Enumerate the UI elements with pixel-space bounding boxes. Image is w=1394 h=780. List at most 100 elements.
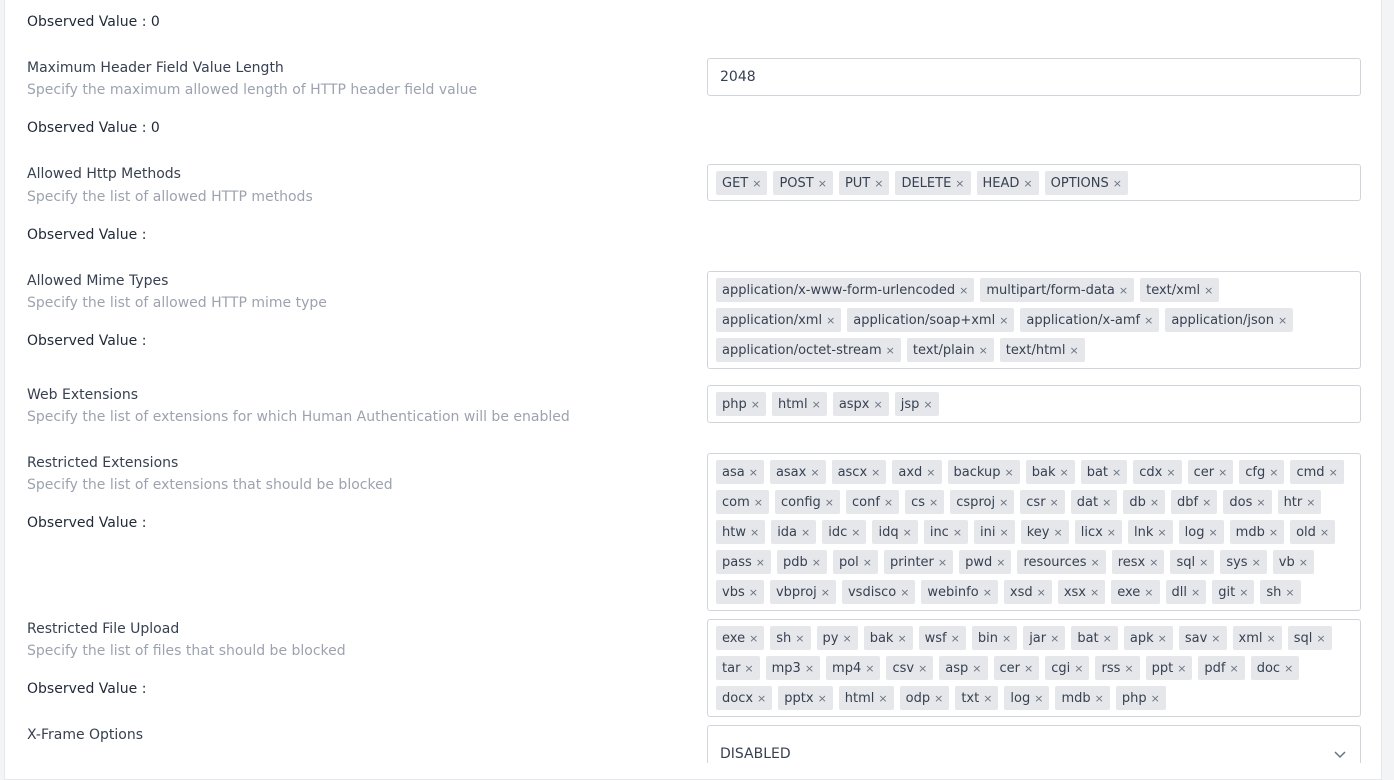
close-icon[interactable]: ×	[1074, 662, 1083, 675]
close-icon[interactable]: ×	[1024, 662, 1033, 675]
close-icon[interactable]: ×	[812, 398, 821, 411]
close-icon[interactable]: ×	[1329, 466, 1338, 479]
close-icon[interactable]: ×	[1256, 496, 1265, 509]
close-icon[interactable]: ×	[983, 692, 992, 705]
close-icon[interactable]: ×	[999, 314, 1008, 327]
close-icon[interactable]: ×	[1023, 177, 1032, 190]
close-icon[interactable]: ×	[1252, 556, 1261, 569]
web-extensions-tag-input[interactable]: php × html × aspx × jsp ×	[707, 385, 1361, 423]
close-icon[interactable]: ×	[1166, 466, 1175, 479]
close-icon[interactable]: ×	[826, 314, 835, 327]
close-icon[interactable]: ×	[1050, 632, 1059, 645]
close-icon[interactable]: ×	[1150, 496, 1159, 509]
allowed-methods-tag-input[interactable]: GET × POST × PUT × DELETE × HEAD × OPTIONS ×	[707, 164, 1361, 201]
close-icon[interactable]: ×	[1005, 466, 1014, 479]
close-icon[interactable]: ×	[1202, 496, 1211, 509]
close-icon[interactable]: ×	[744, 662, 753, 675]
close-icon[interactable]: ×	[1000, 526, 1009, 539]
close-icon[interactable]: ×	[972, 662, 981, 675]
close-icon[interactable]: ×	[1119, 284, 1128, 297]
close-icon[interactable]: ×	[1269, 466, 1278, 479]
close-icon[interactable]: ×	[1299, 556, 1308, 569]
close-icon[interactable]: ×	[1002, 632, 1011, 645]
close-icon[interactable]: ×	[900, 586, 909, 599]
close-icon[interactable]: ×	[874, 398, 883, 411]
close-icon[interactable]: ×	[1102, 496, 1111, 509]
close-icon[interactable]: ×	[818, 692, 827, 705]
close-icon[interactable]: ×	[810, 466, 819, 479]
close-icon[interactable]: ×	[756, 556, 765, 569]
close-icon[interactable]: ×	[1059, 466, 1068, 479]
close-icon[interactable]: ×	[1034, 692, 1043, 705]
close-icon[interactable]: ×	[955, 177, 964, 190]
close-icon[interactable]: ×	[1208, 526, 1217, 539]
close-icon[interactable]: ×	[1112, 466, 1121, 479]
close-icon[interactable]: ×	[1095, 692, 1104, 705]
close-icon[interactable]: ×	[1157, 526, 1166, 539]
close-icon[interactable]: ×	[1199, 556, 1208, 569]
close-icon[interactable]: ×	[996, 556, 1005, 569]
close-icon[interactable]: ×	[1149, 556, 1158, 569]
close-icon[interactable]: ×	[903, 526, 912, 539]
close-icon[interactable]: ×	[1284, 662, 1293, 675]
close-icon[interactable]: ×	[1091, 556, 1100, 569]
close-icon[interactable]: ×	[878, 692, 887, 705]
close-icon[interactable]: ×	[1230, 662, 1239, 675]
close-icon[interactable]: ×	[1191, 586, 1200, 599]
close-icon[interactable]: ×	[1285, 586, 1294, 599]
close-icon[interactable]: ×	[1177, 662, 1186, 675]
close-icon[interactable]: ×	[1090, 586, 1099, 599]
close-icon[interactable]: ×	[1103, 632, 1112, 645]
close-icon[interactable]: ×	[1218, 466, 1227, 479]
close-icon[interactable]: ×	[1266, 632, 1275, 645]
close-icon[interactable]: ×	[851, 526, 860, 539]
close-icon[interactable]: ×	[1151, 692, 1160, 705]
close-icon[interactable]: ×	[871, 466, 880, 479]
close-icon[interactable]: ×	[1144, 586, 1153, 599]
close-icon[interactable]: ×	[750, 526, 759, 539]
close-icon[interactable]: ×	[897, 632, 906, 645]
close-icon[interactable]: ×	[825, 496, 834, 509]
close-icon[interactable]: ×	[865, 662, 874, 675]
close-icon[interactable]: ×	[751, 398, 760, 411]
close-icon[interactable]: ×	[884, 496, 893, 509]
close-icon[interactable]: ×	[934, 692, 943, 705]
xframe-options-select[interactable]: DISABLED	[707, 725, 1361, 763]
close-icon[interactable]: ×	[923, 398, 932, 411]
close-icon[interactable]: ×	[918, 662, 927, 675]
close-icon[interactable]: ×	[926, 466, 935, 479]
close-icon[interactable]: ×	[805, 662, 814, 675]
close-icon[interactable]: ×	[1306, 496, 1315, 509]
close-icon[interactable]: ×	[1320, 526, 1329, 539]
close-icon[interactable]: ×	[938, 556, 947, 569]
close-icon[interactable]: ×	[951, 632, 960, 645]
close-icon[interactable]: ×	[749, 466, 758, 479]
close-icon[interactable]: ×	[1054, 526, 1063, 539]
close-icon[interactable]: ×	[795, 632, 804, 645]
close-icon[interactable]: ×	[1211, 632, 1220, 645]
max-header-input[interactable]: 2048	[707, 58, 1361, 96]
close-icon[interactable]: ×	[1124, 662, 1133, 675]
close-icon[interactable]: ×	[1204, 284, 1213, 297]
close-icon[interactable]: ×	[1158, 632, 1167, 645]
close-icon[interactable]: ×	[959, 284, 968, 297]
close-icon[interactable]: ×	[752, 177, 761, 190]
close-icon[interactable]: ×	[999, 496, 1008, 509]
close-icon[interactable]: ×	[1113, 177, 1122, 190]
close-icon[interactable]: ×	[749, 586, 758, 599]
close-icon[interactable]: ×	[757, 692, 766, 705]
close-icon[interactable]: ×	[983, 586, 992, 599]
close-icon[interactable]: ×	[953, 526, 962, 539]
restricted-extensions-tag-input[interactable]: asa × asax × ascx × axd × backup × bak × bat × cdx × cer…	[707, 453, 1361, 611]
close-icon[interactable]: ×	[1269, 526, 1278, 539]
close-icon[interactable]: ×	[979, 344, 988, 357]
close-icon[interactable]: ×	[749, 632, 758, 645]
close-icon[interactable]: ×	[818, 177, 827, 190]
close-icon[interactable]: ×	[1316, 632, 1325, 645]
close-icon[interactable]: ×	[1107, 526, 1116, 539]
close-icon[interactable]: ×	[842, 632, 851, 645]
close-icon[interactable]: ×	[1037, 586, 1046, 599]
close-icon[interactable]: ×	[754, 496, 763, 509]
close-icon[interactable]: ×	[874, 177, 883, 190]
close-icon[interactable]: ×	[886, 344, 895, 357]
